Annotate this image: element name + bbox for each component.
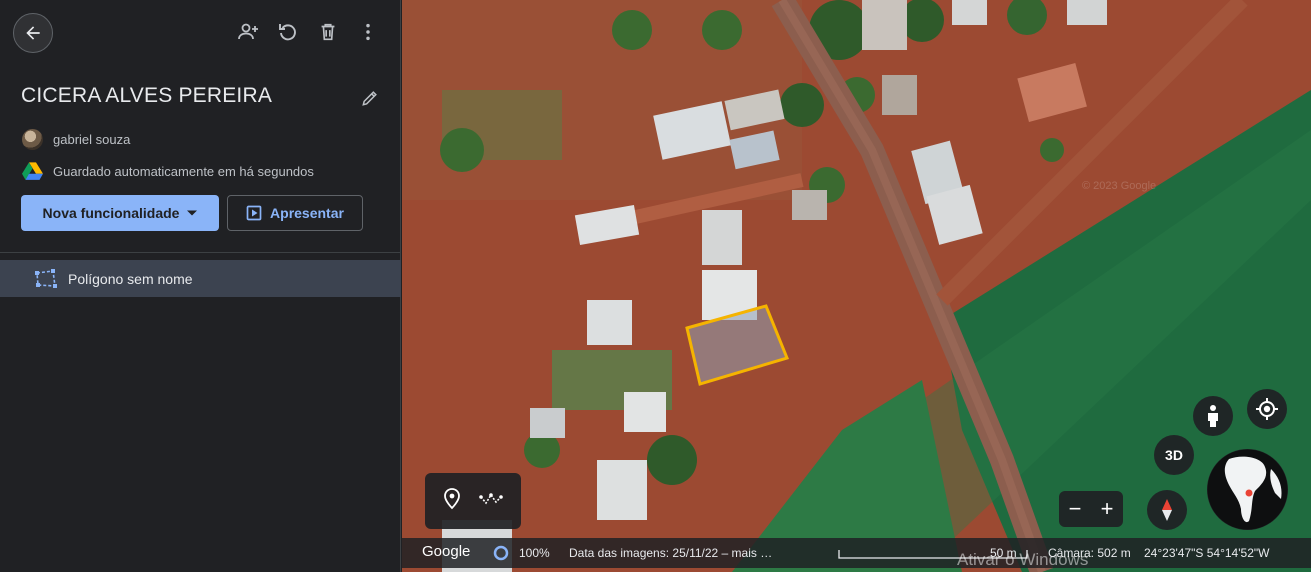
project-title: CICERA ALVES PEREIRA [21,84,273,107]
present-icon [246,205,262,221]
zoom-out-button[interactable]: − [1069,498,1082,520]
globe-minimap[interactable] [1207,449,1288,530]
feature-item-polygon[interactable]: Polígono sem nome [0,260,401,297]
street-view-button[interactable] [1193,396,1233,436]
drawing-tools-panel [425,473,521,529]
my-location-button[interactable] [1247,389,1287,429]
undo-icon [279,24,296,41]
loading-percent: 100% [519,546,550,560]
present-button[interactable]: Apresentar [227,195,363,231]
toggle-3d-label: 3D [1165,447,1183,463]
compass-icon [1162,499,1172,521]
edit-pencil-icon [362,91,377,106]
zoom-in-button[interactable]: + [1101,498,1114,520]
pegman-icon [1208,405,1218,427]
save-status: Guardado automaticamente em há segundos [53,163,314,179]
back-button[interactable] [13,13,53,53]
toggle-3d-button[interactable]: 3D [1154,435,1194,475]
satellite-imagery [402,0,1311,572]
add-person-icon [238,23,258,40]
owner-row: gabriel souza [22,128,130,150]
present-label: Apresentar [270,205,344,221]
map-copyright: © 2023 Google [1082,180,1157,192]
back-arrow-icon [26,26,40,40]
path-icon [479,492,503,504]
project-sidebar: CICERA ALVES PEREIRA gabriel souza Guard… [0,0,401,572]
divider [0,252,401,253]
new-feature-label: Nova funcionalidade [42,205,180,221]
draw-path-button[interactable] [479,492,503,511]
undo-button[interactable] [272,16,304,48]
globe-icon [1207,449,1288,530]
add-placemark-button[interactable] [443,487,461,515]
location-pin-icon [444,487,460,509]
edit-title-button[interactable] [355,83,385,113]
satellite-map[interactable]: © 2023 Google 3D − + Google 100% Data da… [402,0,1311,572]
dropdown-arrow-icon [187,210,198,216]
activation-watermark: Ativar o Windows [957,550,1089,569]
avatar [22,128,43,150]
imagery-date[interactable]: Data das imagens: 25/11/22 – mais … [569,546,772,560]
new-feature-button[interactable]: Nova funcionalidade [21,195,219,231]
trash-icon [321,23,335,41]
more-options-button[interactable] [352,16,384,48]
map-status-bar: Google 100% Data das imagens: 25/11/22 –… [402,538,1311,568]
save-status-row: Guardado automaticamente em há segundos [22,160,314,182]
share-button[interactable] [232,16,264,48]
compass-button[interactable] [1147,490,1187,530]
loading-ring-icon [493,545,509,561]
zoom-control: − + [1059,491,1123,527]
more-vert-icon [366,23,370,41]
feature-label: Polígono sem nome [68,270,193,287]
my-location-icon [1256,398,1278,420]
owner-name: gabriel souza [53,131,131,147]
google-drive-icon [22,161,43,180]
google-logo: Google [422,543,471,560]
polygon-icon [35,268,57,288]
coordinates: 24°23'47"S 54°14'52"W [1144,546,1270,560]
delete-button[interactable] [312,16,344,48]
